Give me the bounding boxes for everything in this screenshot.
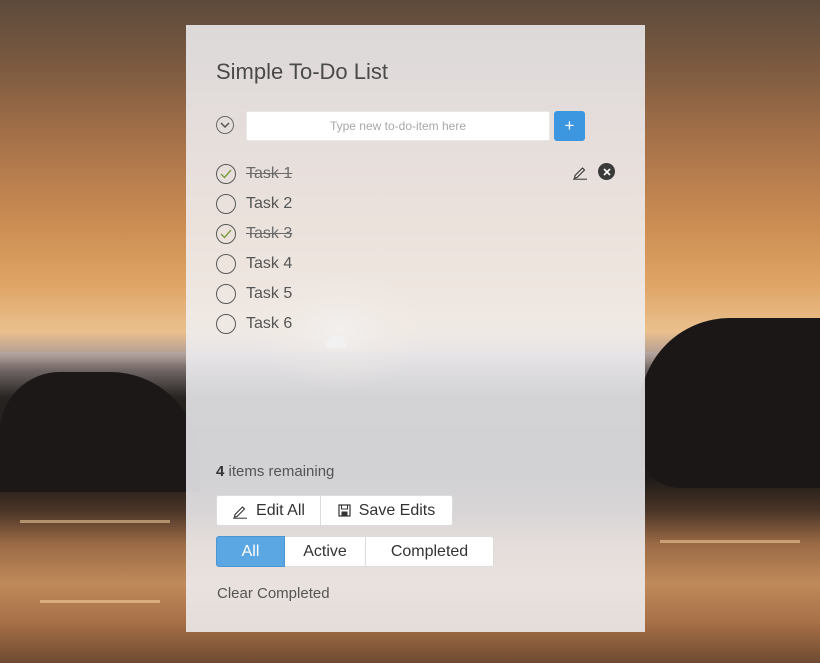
todo-checkbox[interactable] <box>216 314 236 334</box>
filter-completed-button[interactable]: Completed <box>366 536 494 567</box>
edit-all-label: Edit All <box>256 501 305 519</box>
todo-label[interactable]: Task 5 <box>246 285 292 303</box>
todo-checkbox[interactable] <box>216 254 236 274</box>
save-edits-label: Save Edits <box>358 501 436 519</box>
todo-label[interactable]: Task 1 <box>246 165 292 183</box>
todo-item-actions <box>572 163 615 180</box>
sand-streak <box>40 600 160 603</box>
clear-completed-link[interactable]: Clear Completed <box>217 585 330 602</box>
todo-label[interactable]: Task 4 <box>246 255 292 273</box>
sand-streak <box>660 540 800 543</box>
todo-item: Task 3 <box>216 219 616 249</box>
filter-active-button[interactable]: Active <box>285 536 366 567</box>
new-todo-input[interactable] <box>246 111 550 141</box>
floppy-disk-icon <box>338 504 351 517</box>
todo-list: Task 1 Task 2 Task 3 Task 4 Task 5 Task … <box>216 159 616 339</box>
todo-checkbox[interactable] <box>216 194 236 214</box>
todo-label[interactable]: Task 2 <box>246 195 292 213</box>
edit-all-button[interactable]: Edit All <box>216 495 321 526</box>
sand-streak <box>20 520 170 523</box>
rock-left <box>0 372 200 492</box>
todo-item: Task 6 <box>216 309 616 339</box>
todo-panel: Simple To-Do List + Task 1 <box>186 25 645 632</box>
save-edits-button[interactable]: Save Edits <box>321 495 453 526</box>
pencil-icon <box>232 503 248 519</box>
toggle-all-button[interactable] <box>216 116 234 134</box>
add-todo-button[interactable]: + <box>554 111 585 141</box>
items-remaining: 4 items remaining <box>216 463 334 480</box>
todo-checkbox[interactable] <box>216 284 236 304</box>
todo-label[interactable]: Task 3 <box>246 225 292 243</box>
rock-right <box>640 318 820 488</box>
todo-checkbox[interactable] <box>216 224 236 244</box>
edit-button-group: Edit All Save Edits <box>216 495 453 526</box>
chevron-down-icon <box>220 121 230 128</box>
pencil-icon[interactable] <box>572 164 588 180</box>
todo-item: Task 4 <box>216 249 616 279</box>
page-title: Simple To-Do List <box>216 59 388 84</box>
remaining-text: items remaining <box>224 463 335 480</box>
check-icon <box>220 229 232 239</box>
filter-all-button[interactable]: All <box>216 536 285 567</box>
filter-button-group: All Active Completed <box>216 536 494 567</box>
close-icon[interactable] <box>598 163 615 180</box>
check-icon <box>220 169 232 179</box>
todo-checkbox[interactable] <box>216 164 236 184</box>
todo-item: Task 1 <box>216 159 616 189</box>
todo-label[interactable]: Task 6 <box>246 315 292 333</box>
todo-item: Task 2 <box>216 189 616 219</box>
todo-item: Task 5 <box>216 279 616 309</box>
